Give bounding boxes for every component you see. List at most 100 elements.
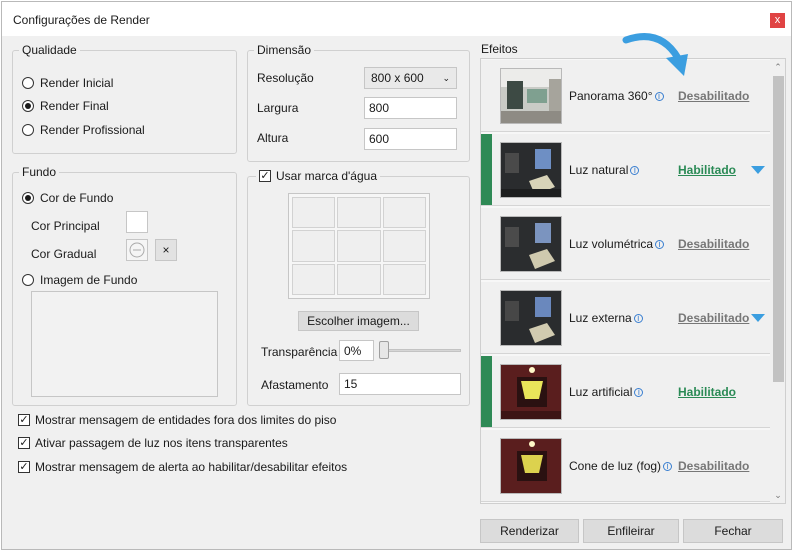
effect-status-toggle[interactable]: Desabilitado [678,459,749,473]
option-label: Ativar passagem de luz nos itens transpa… [35,436,288,450]
dimensao-group: Dimensão Resolução 800 x 600 ⌄ Largura 8… [247,43,470,162]
close-button[interactable]: x [770,13,785,28]
watermark-position-grid [292,197,426,295]
effect-luz-artificial[interactable]: Luz artificial i Habilitado [481,356,770,428]
effect-luz-natural[interactable]: Luz natural i Habilitado [481,134,770,206]
radio-imagem-de-fundo[interactable]: Imagem de Fundo [22,273,137,287]
radio-cor-de-fundo[interactable]: Cor de Fundo [22,191,113,205]
no-color-icon [129,242,145,258]
radio-icon[interactable] [22,274,34,286]
radio-icon-selected[interactable] [22,100,34,112]
info-icon[interactable]: i [655,240,665,249]
effect-status-toggle[interactable]: Habilitado [678,163,736,177]
radio-render-inicial[interactable]: Render Inicial [22,76,113,90]
info-icon[interactable]: i [663,462,673,471]
altura-label: Altura [257,131,289,145]
watermark-preview[interactable] [288,193,430,299]
radio-icon-selected[interactable] [22,192,34,204]
grid-cell[interactable] [337,197,381,229]
afastamento-field[interactable]: 15 [339,373,461,395]
expand-triangle-icon[interactable] [751,314,765,322]
effect-status-toggle[interactable]: Desabilitado [678,311,749,325]
grid-cell[interactable] [292,263,336,295]
grid-cell[interactable] [382,197,426,229]
cor-principal-label: Cor Principal [31,219,100,233]
effect-cone-de-luz[interactable]: Cone de luz (fog) i Desabilitado [481,430,770,502]
enfileirar-button[interactable]: Enfileirar [583,519,679,543]
altura-field[interactable]: 600 [364,128,457,150]
enabled-indicator [481,356,492,427]
radio-label: Render Inicial [40,76,114,90]
background-image-preview[interactable] [31,291,218,397]
checkbox-checked-icon[interactable]: ✓ [18,414,30,426]
effect-thumbnail [500,68,562,124]
transparencia-field[interactable]: 0% [339,340,374,361]
effect-name: Luz artificial i [569,385,644,399]
radio-label: Cor de Fundo [40,191,114,205]
grid-cell[interactable] [292,197,336,229]
radio-label: Render Profissional [40,123,145,137]
effect-thumbnail [500,142,562,198]
grid-cell[interactable] [292,230,336,262]
radio-render-profissional[interactable]: Render Profissional [22,123,145,137]
transparencia-slider-thumb[interactable] [379,341,389,359]
renderizar-button[interactable]: Renderizar [480,519,579,543]
effect-status-toggle[interactable]: Desabilitado [678,237,749,251]
cor-gradual-swatch[interactable] [126,239,148,261]
radio-icon[interactable] [22,77,34,89]
enabled-indicator [481,134,492,205]
scrollbar-thumb[interactable] [773,76,784,382]
info-icon[interactable]: i [654,92,664,101]
effect-thumbnail [500,290,562,346]
effect-status-toggle[interactable]: Desabilitado [678,89,749,103]
expand-triangle-icon[interactable] [751,166,765,174]
option-checkbox-1[interactable]: ✓ Ativar passagem de luz nos itens trans… [18,436,288,450]
transparencia-slider-track[interactable] [379,349,461,352]
effect-luz-volumetrica[interactable]: Luz volumétrica i Desabilitado [481,208,770,280]
option-label: Mostrar mensagem de entidades fora dos l… [35,413,337,427]
option-checkbox-0[interactable]: ✓ Mostrar mensagem de entidades fora dos… [18,413,336,427]
grid-cell[interactable] [337,263,381,295]
effect-name: Luz volumétrica i [569,237,665,251]
info-icon[interactable]: i [633,314,643,323]
grid-cell[interactable] [337,230,381,262]
clear-gradual-button[interactable]: × [155,239,177,261]
choose-image-button[interactable]: Escolher imagem... [298,311,419,331]
resolucao-select[interactable]: 800 x 600 ⌄ [364,67,457,89]
radio-render-final[interactable]: Render Final [22,99,109,113]
effect-thumbnail [500,438,562,494]
largura-label: Largura [257,101,299,115]
fundo-legend: Fundo [19,165,60,179]
effects-list: Panorama 360° i Desabilitado Luz natural i… [480,58,786,504]
cor-principal-swatch[interactable] [126,211,148,233]
dimensao-legend: Dimensão [254,43,315,57]
option-checkbox-2[interactable]: ✓ Mostrar mensagem de alerta ao habilita… [18,460,347,474]
afastamento-label: Afastamento [261,378,329,392]
effects-scrollbar[interactable]: ⌃ ⌄ [770,59,785,503]
qualidade-group: Qualidade Render Inicial Render Final Re… [12,43,237,154]
qualidade-legend: Qualidade [19,43,80,57]
chevron-down-icon: ⌄ [442,73,450,83]
effect-name: Luz natural i [569,163,640,177]
resolucao-label: Resolução [257,71,314,85]
checkbox-checked-icon[interactable]: ✓ [18,461,30,473]
effect-name: Luz externa i [569,311,643,325]
info-icon[interactable]: i [634,388,644,397]
radio-icon[interactable] [22,124,34,136]
chevron-down-icon[interactable]: ⌄ [770,487,785,503]
checkbox-checked-icon[interactable]: ✓ [18,437,30,449]
fechar-button[interactable]: Fechar [683,519,783,543]
option-label: Mostrar mensagem de alerta ao habilitar/… [35,460,348,474]
watermark-checkbox[interactable]: ✓ Usar marca d'água [256,169,381,183]
checkbox-checked-icon[interactable]: ✓ [259,170,271,182]
effect-status-toggle[interactable]: Habilitado [678,385,736,399]
resolucao-value: 800 x 600 [371,71,424,85]
effect-luz-externa[interactable]: Luz externa i Desabilitado [481,282,770,354]
grid-cell[interactable] [382,263,426,295]
grid-cell[interactable] [382,230,426,262]
chevron-up-icon[interactable]: ⌃ [770,59,785,75]
largura-field[interactable]: 800 [364,97,457,119]
radio-label: Render Final [40,99,109,113]
effects-label: Efeitos [481,42,518,56]
info-icon[interactable]: i [630,166,640,175]
